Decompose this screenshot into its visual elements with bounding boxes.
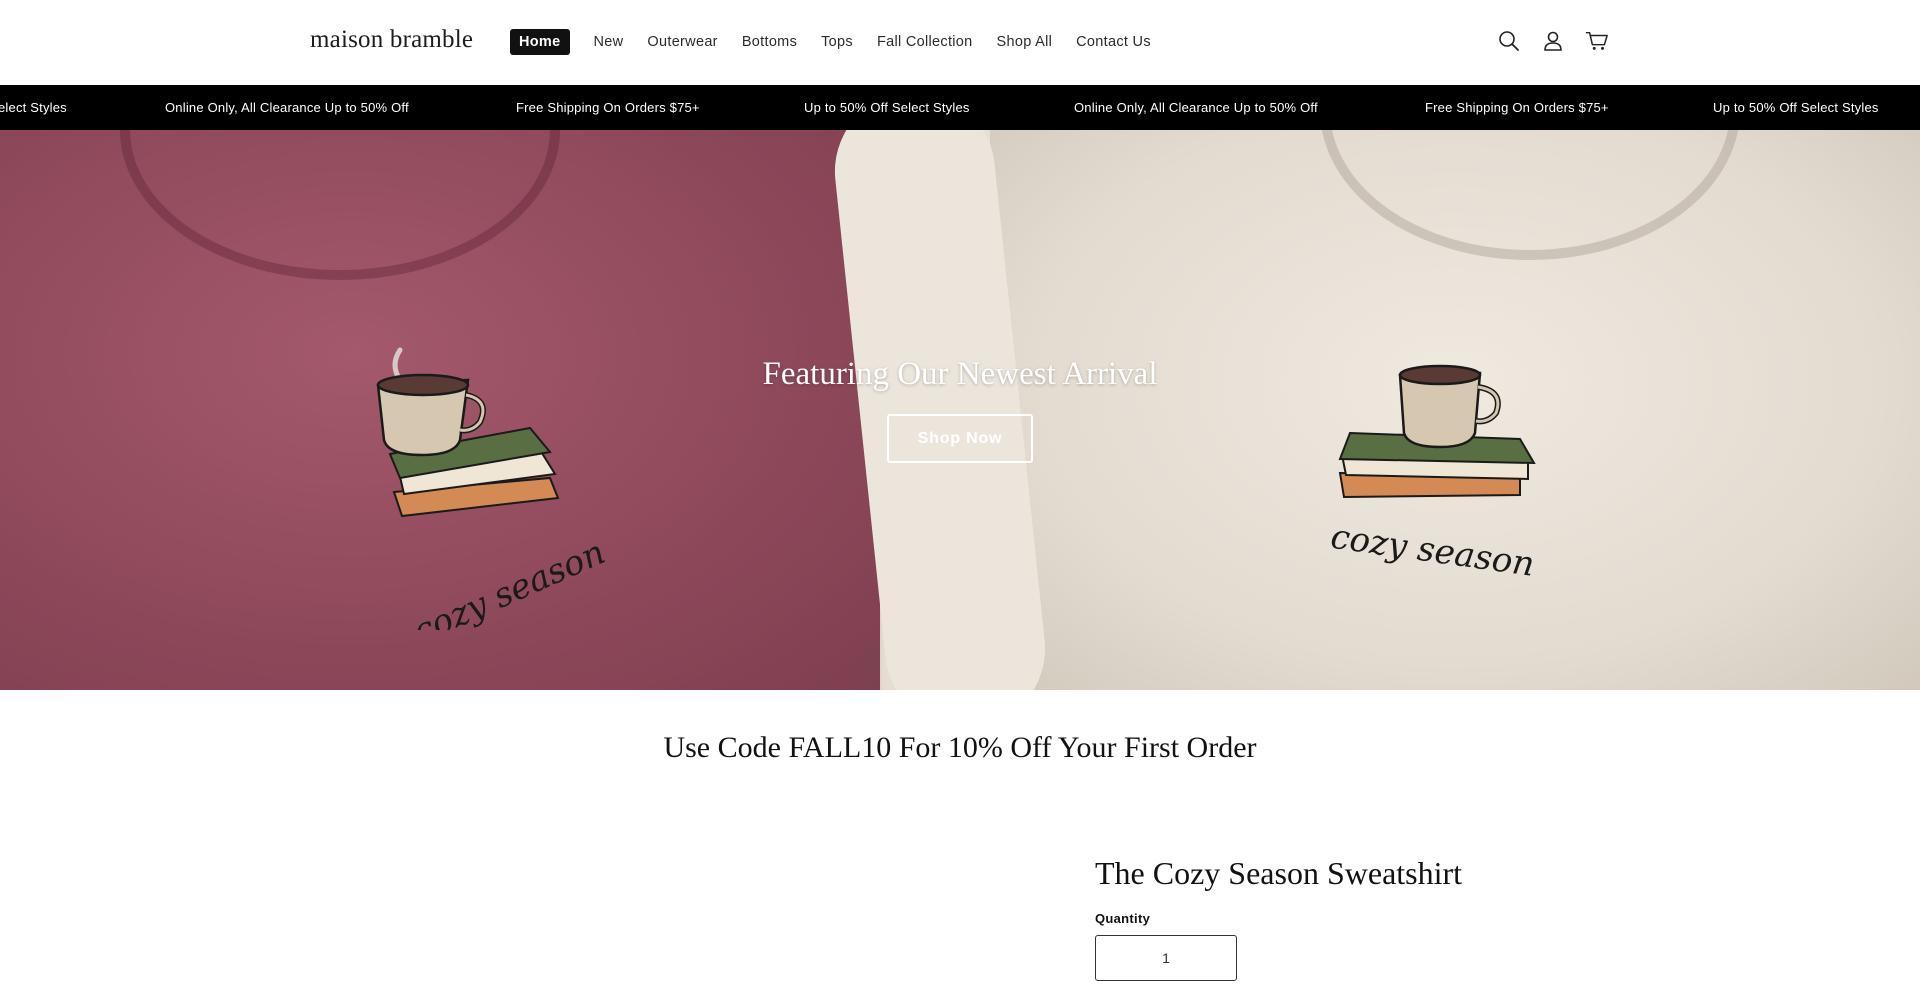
nav-contact-us[interactable]: Contact Us — [1076, 29, 1151, 55]
nav-bottoms[interactable]: Bottoms — [742, 29, 797, 55]
announcement-item: Free Shipping On Orders $75+ — [1425, 100, 1609, 115]
header-icons — [1497, 28, 1609, 54]
announcement-item: Up to 50% Off Select Styles — [804, 100, 970, 115]
nav-fall-collection[interactable]: Fall Collection — [877, 29, 973, 55]
nav-tops[interactable]: Tops — [821, 29, 853, 55]
quantity-input[interactable]: 1 — [1095, 935, 1237, 981]
cart-icon[interactable] — [1585, 28, 1609, 54]
svg-text:cozy season: cozy season — [407, 532, 610, 630]
main-nav: Home New Outerwear Bottoms Tops Fall Col… — [510, 29, 1175, 55]
cozy-season-text-left: cozy season — [407, 532, 610, 630]
nav-home[interactable]: Home — [510, 29, 570, 55]
nav-new[interactable]: New — [594, 29, 624, 55]
hero-title: Featuring Our Newest Arrival — [762, 356, 1158, 392]
cozy-season-text-right: cozy season — [1328, 517, 1537, 585]
promo-banner: Use Code FALL10 For 10% Off Your First O… — [663, 731, 1257, 764]
quantity-label: Quantity — [1095, 911, 1151, 926]
nav-outerwear[interactable]: Outerwear — [647, 29, 717, 55]
announcement-item: Up to 50% Off Select Styles — [1713, 100, 1879, 115]
announcement-item: Online Only, All Clearance Up to 50% Off — [165, 100, 409, 115]
search-icon[interactable] — [1497, 28, 1521, 54]
account-icon[interactable] — [1541, 28, 1565, 54]
announcement-item: Online Only, All Clearance Up to 50% Off — [1074, 100, 1318, 115]
nav-shop-all[interactable]: Shop All — [997, 29, 1053, 55]
svg-text:cozy season: cozy season — [1328, 517, 1537, 585]
hero-banner: cozy season cozy season Featuring Our Ne… — [0, 130, 1920, 690]
product-title: The Cozy Season Sweatshirt — [1095, 855, 1463, 891]
announcement-item: elect Styles — [0, 100, 67, 115]
site-logo[interactable]: maison bramble — [310, 26, 473, 54]
announcement-item: Free Shipping On Orders $75+ — [516, 100, 700, 115]
site-header: maison bramble Home New Outerwear Bottom… — [0, 0, 1920, 85]
shop-now-button[interactable]: Shop Now — [887, 414, 1033, 463]
announcement-bar: elect Styles Online Only, All Clearance … — [0, 85, 1920, 130]
